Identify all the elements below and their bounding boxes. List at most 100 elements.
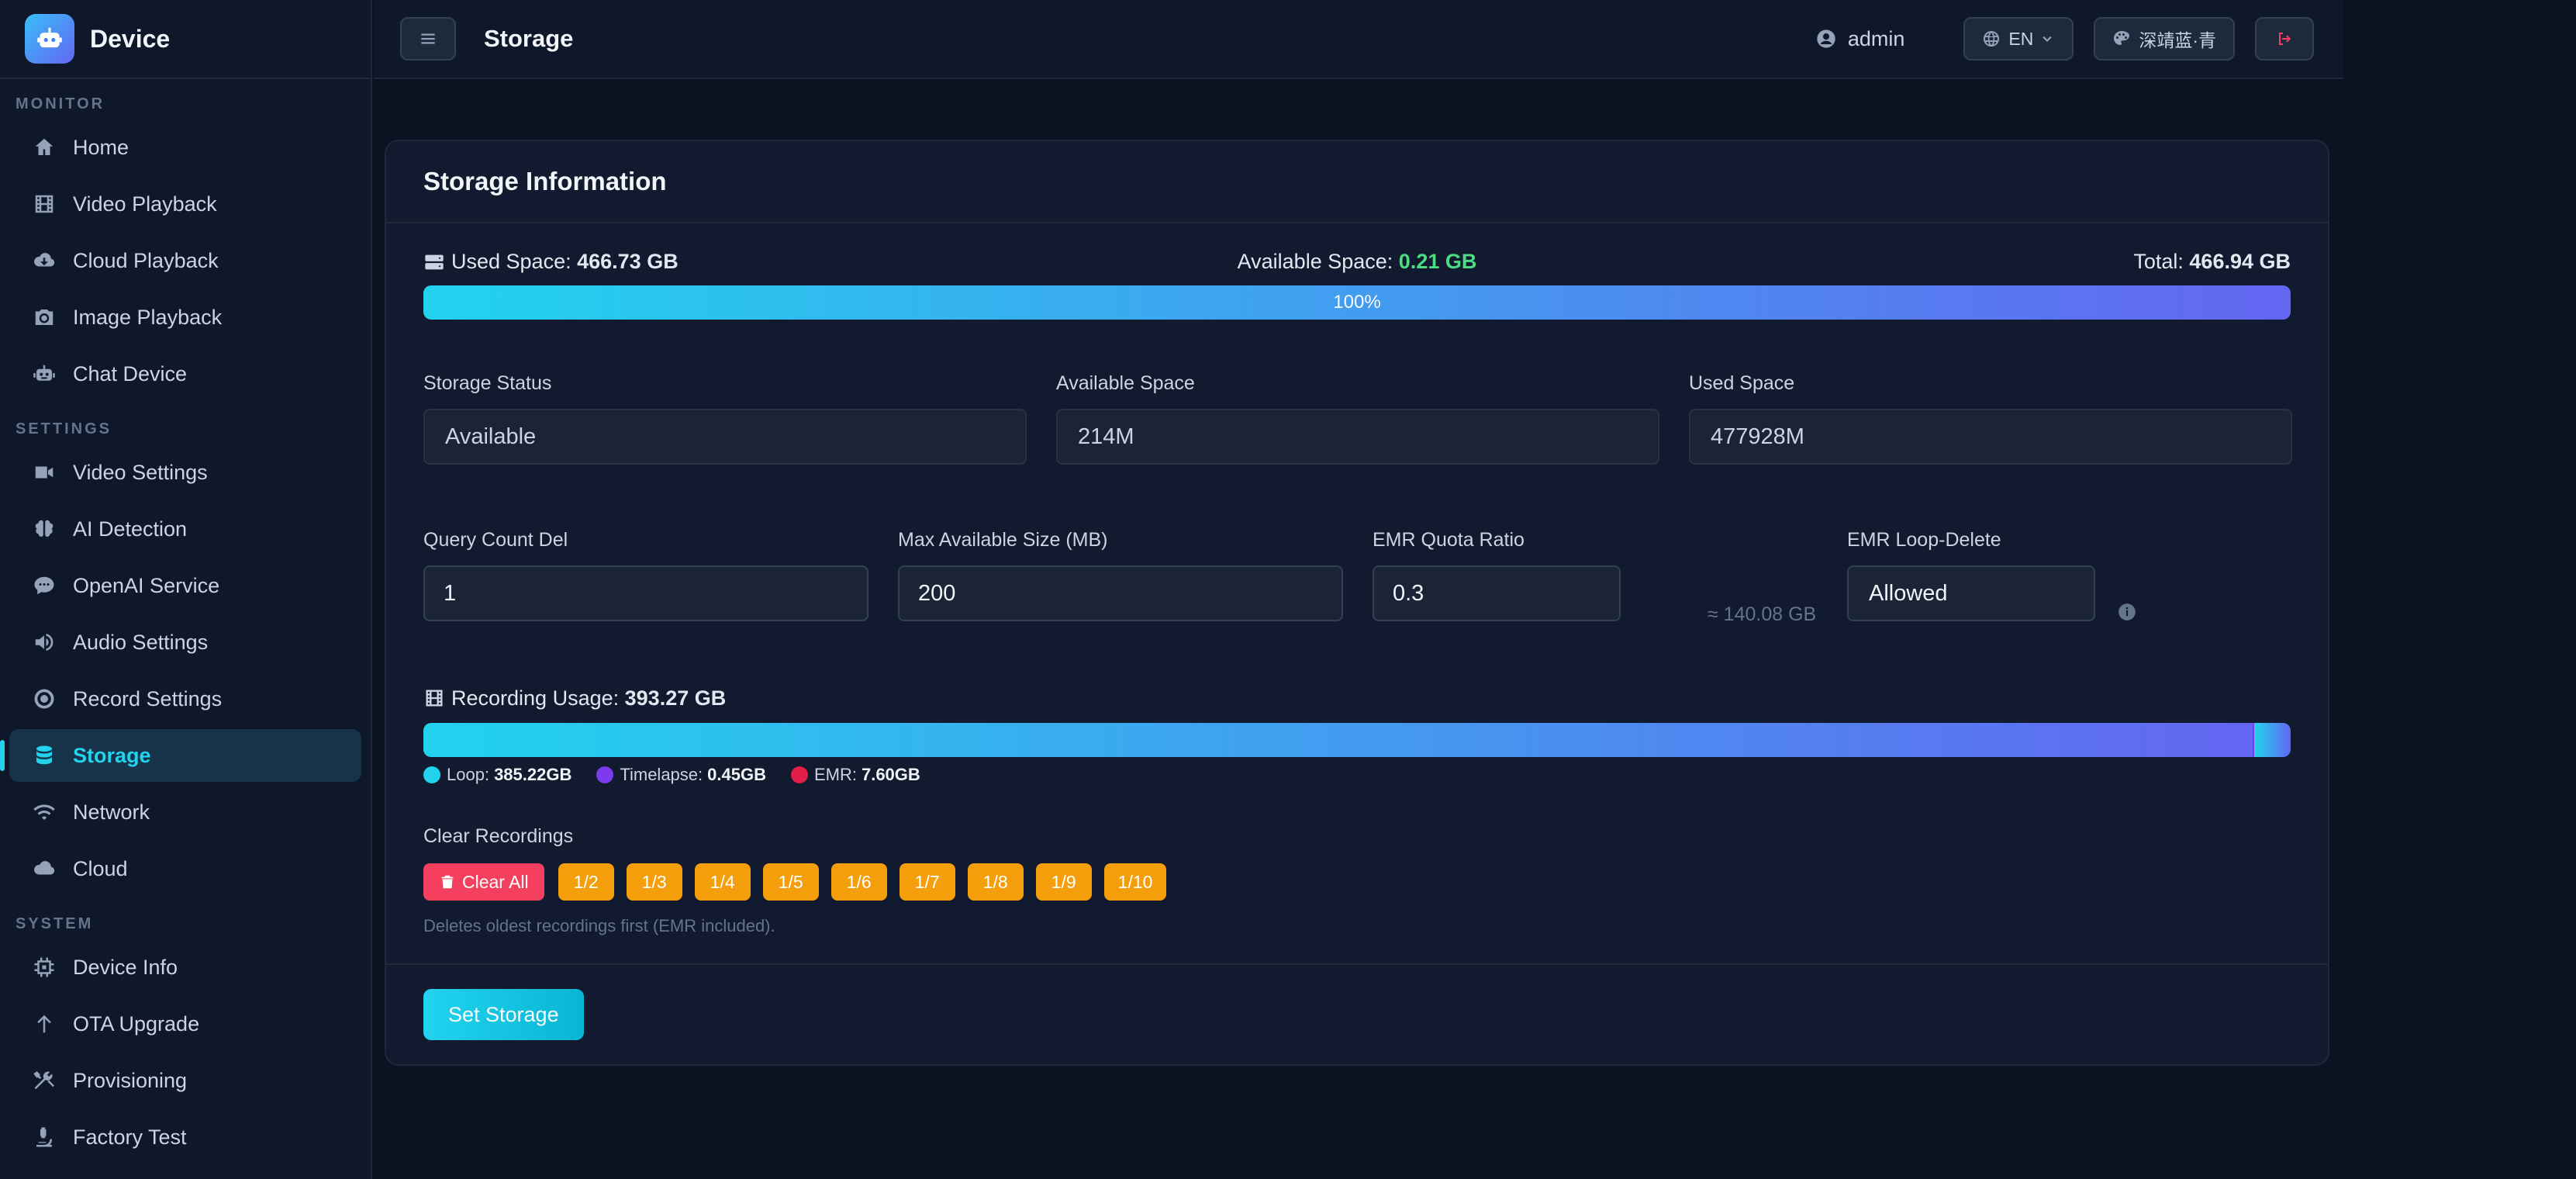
clear-fraction-button[interactable]: 1/5 (762, 863, 819, 901)
sidebar-item-label: Home (73, 135, 129, 159)
sidebar-item-cloud-playback[interactable]: Cloud Playback (9, 234, 361, 287)
sidebar-item-ota-upgrade[interactable]: OTA Upgrade (9, 997, 361, 1050)
brand: Device (0, 0, 371, 79)
cloud-icon (31, 856, 57, 882)
sidebar-item-home[interactable]: Home (9, 121, 361, 174)
emr-loop-label: EMR Loop-Delete (1847, 529, 2001, 551)
emr-loop-select[interactable]: Allowed (1847, 565, 2095, 621)
used-space-label: Used Space: (451, 250, 571, 273)
robot-icon (31, 361, 57, 387)
set-storage-button[interactable]: Set Storage (423, 989, 584, 1040)
user-circle-icon (1817, 29, 1835, 48)
clear-fraction-button[interactable]: 1/9 (1035, 863, 1092, 901)
sidebar-item-label: Record Settings (73, 686, 223, 711)
sidebar-item-label: Provisioning (73, 1068, 188, 1092)
recording-usage-bar (423, 723, 2291, 757)
legend-dot (790, 766, 808, 783)
emr-quota-label: EMR Quota Ratio (1373, 529, 1525, 551)
clear-recordings-note: Deletes oldest recordings first (EMR inc… (423, 916, 775, 935)
sidebar-item-factory-test[interactable]: Factory Test (9, 1111, 361, 1163)
film-icon (426, 690, 443, 707)
sidebar-item-video-settings[interactable]: Video Settings (9, 446, 361, 499)
max-size-input[interactable] (898, 565, 1343, 621)
palette-icon (2114, 31, 2130, 45)
record-icon (31, 686, 57, 712)
card-footer: Set Storage (386, 963, 2328, 1064)
used-space-value: 466.73 GB (577, 250, 679, 273)
clear-fraction-button[interactable]: 1/6 (830, 863, 887, 901)
sidebar-item-label: Cloud (73, 856, 128, 880)
sidebar-item-chat-device[interactable]: Chat Device (9, 347, 361, 400)
storage-usage-fill: 100% (423, 285, 2291, 320)
recording-legend: Loop: 385.22GB Timelapse: 0.45GB EMR: 7.60GB (423, 765, 2291, 785)
clear-fraction-button[interactable]: 1/3 (626, 863, 682, 901)
sidebar-item-record-settings[interactable]: Record Settings (9, 672, 361, 725)
sidebar-item-ai-detection[interactable]: AI Detection (9, 503, 361, 555)
query-count-input[interactable] (423, 565, 868, 621)
sidebar-item-label: Video Settings (73, 460, 208, 484)
emr-quota-input[interactable] (1373, 565, 1621, 621)
legend-item: Timelapse: 0.45GB (596, 765, 766, 785)
available-space-group: Available Space 214M (1056, 372, 1659, 465)
sidebar-item-video-playback[interactable]: Video Playback (9, 178, 361, 230)
camera-icon (31, 304, 57, 330)
sidebar-item-label: OpenAI Service (73, 573, 220, 597)
card-body: Used Space: 466.73 GB Available Space: 0… (386, 250, 2328, 320)
clear-fraction-button[interactable]: 1/7 (899, 863, 955, 901)
arrow-up-icon (31, 1011, 57, 1037)
top-header: Storage admin EN 深靖蓝·青 (374, 0, 2343, 79)
sidebar-item-label: Factory Test (73, 1125, 187, 1149)
available-space-value: 0.21 GB (1398, 250, 1477, 273)
sidebar-item-cloud[interactable]: Cloud (9, 842, 361, 895)
app-root: Device MONITOR Home Video Playback Cloud Pl… (0, 0, 2576, 1179)
storage-status-group: Storage Status Available (423, 372, 1027, 465)
sidebar-item-openai-service[interactable]: OpenAI Service (9, 559, 361, 612)
recording-segment-emr (2254, 723, 2291, 757)
clear-fraction-button[interactable]: 1/8 (967, 863, 1024, 901)
sidebar-item-provisioning[interactable]: Provisioning (9, 1054, 361, 1107)
cloud-download-icon (31, 247, 57, 274)
clear-all-label: Clear All (462, 871, 529, 892)
clear-fraction-button[interactable]: 1/10 (1103, 863, 1167, 901)
sidebar-item-storage[interactable]: Storage (0, 729, 361, 782)
sidebar-item-network[interactable]: Network (9, 786, 361, 838)
sidebar: Device MONITOR Home Video Playback Cloud Pl… (0, 0, 372, 1179)
theme-button[interactable]: 深靖蓝·青 (2094, 17, 2235, 61)
sidebar-item-audio-settings[interactable]: Audio Settings (9, 616, 361, 669)
sidebar-item-image-playback[interactable]: Image Playback (9, 291, 361, 344)
language-button[interactable]: EN (1963, 17, 2074, 61)
legend-name: Loop: (447, 765, 490, 784)
robot-logo-icon (25, 14, 74, 64)
legend-dot (596, 766, 614, 783)
legend-name: EMR: (813, 765, 857, 784)
logout-icon (2279, 33, 2291, 45)
query-count-label: Query Count Del (423, 529, 568, 551)
language-label: EN (2008, 28, 2034, 49)
info-icon[interactable] (2117, 602, 2137, 622)
user-menu[interactable]: admin (1815, 27, 1904, 51)
available-space-field: 214M (1056, 409, 1659, 465)
recording-usage-title: Recording Usage: 393.27 GB (423, 684, 2291, 712)
nav-section-title: SYSTEM (16, 915, 94, 932)
logout-button[interactable] (2255, 17, 2314, 61)
clear-recordings-buttons: Clear All 1/2 1/3 1/4 1/5 1/6 1/7 1/8 1/9 1/10 (423, 863, 2291, 901)
recording-usage-label: Recording Usage: (451, 686, 620, 710)
storage-status-label: Storage Status (423, 372, 552, 394)
database-icon (31, 742, 57, 769)
sidebar-item-label: Cloud Playback (73, 248, 219, 272)
max-size-group: Max Available Size (MB) (898, 529, 1343, 621)
brand-name: Device (90, 24, 171, 53)
clear-all-button[interactable]: Clear All (423, 863, 544, 901)
used-space-group: Used Space 477928M (1689, 372, 2292, 465)
query-count-group: Query Count Del (423, 529, 868, 621)
globe-icon (1984, 31, 2000, 47)
clear-fraction-button[interactable]: 1/4 (694, 863, 751, 901)
hard-drive-icon (425, 254, 444, 269)
sidebar-nav: MONITOR Home Video Playback Cloud Playback I… (0, 79, 371, 1163)
chat-icon (31, 572, 57, 599)
emr-quota-group: EMR Quota Ratio (1373, 529, 1621, 621)
menu-toggle-button[interactable] (400, 17, 456, 61)
sidebar-item-device-info[interactable]: Device Info (9, 941, 361, 994)
trash-icon (441, 875, 454, 889)
clear-fraction-button[interactable]: 1/2 (558, 863, 614, 901)
